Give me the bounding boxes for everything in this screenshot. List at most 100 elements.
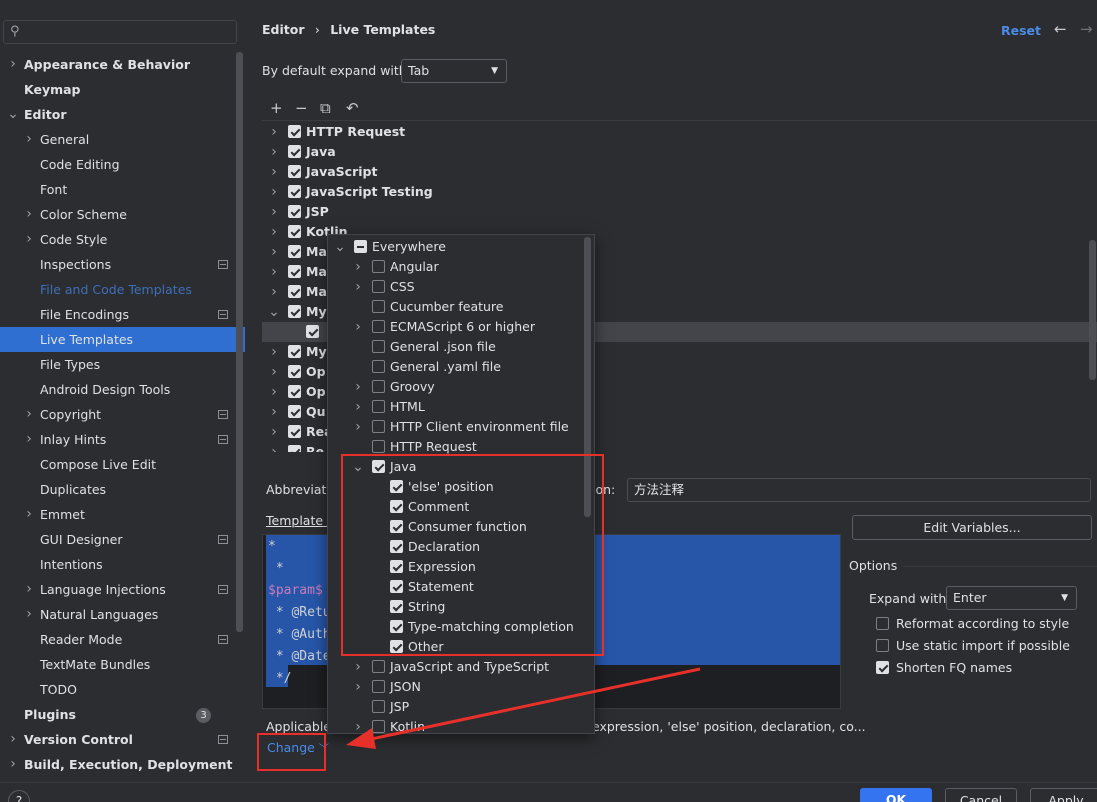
context-item-cucumber-feature[interactable]: Cucumber feature — [328, 297, 594, 317]
chevron-right-icon[interactable]: › — [268, 142, 280, 162]
remove-icon[interactable]: − — [295, 99, 308, 117]
template-group-checkbox[interactable] — [288, 365, 301, 378]
sidebar-item-keymap[interactable]: Keymap — [0, 77, 245, 102]
chevron-right-icon[interactable]: › — [268, 202, 280, 222]
chevron-right-icon[interactable]: › — [23, 402, 35, 427]
sidebar-item-duplicates[interactable]: Duplicates — [0, 477, 245, 502]
ok-button[interactable]: OK — [860, 788, 932, 802]
template-group-checkbox[interactable] — [288, 385, 301, 398]
context-checkbox[interactable] — [354, 240, 367, 253]
sidebar-item-general[interactable]: › General — [0, 127, 245, 152]
sidebar-scrollbar[interactable] — [236, 52, 243, 632]
sidebar-item-natural-languages[interactable]: › Natural Languages — [0, 602, 245, 627]
sidebar-item-todo[interactable]: TODO — [0, 677, 245, 702]
context-item-jsp[interactable]: JSP — [328, 697, 594, 717]
sidebar-item-inlay-hints[interactable]: › Inlay Hints — [0, 427, 245, 452]
sidebar-item-intentions[interactable]: Intentions — [0, 552, 245, 577]
chevron-right-icon[interactable]: › — [352, 377, 364, 397]
copy-icon[interactable]: ⧉ — [320, 99, 331, 117]
context-checkbox[interactable] — [372, 680, 385, 693]
template-group-checkbox[interactable] — [288, 205, 301, 218]
sidebar-item-file-types[interactable]: File Types — [0, 352, 245, 377]
context-checkbox[interactable] — [372, 300, 385, 313]
sidebar-item-font[interactable]: Font — [0, 177, 245, 202]
chevron-right-icon[interactable]: › — [23, 202, 35, 227]
template-group-row[interactable]: › JavaScript — [262, 162, 1097, 182]
sidebar-item-version-control[interactable]: › Version Control — [0, 727, 245, 752]
chevron-right-icon[interactable]: › — [352, 397, 364, 417]
template-group-checkbox[interactable] — [288, 425, 301, 438]
chevron-down-icon[interactable]: ⌄ — [334, 237, 346, 257]
template-group-checkbox[interactable] — [288, 245, 301, 258]
default-expand-select[interactable]: Tab ▼ — [401, 59, 507, 83]
chevron-right-icon[interactable]: › — [268, 162, 280, 182]
arrow-left-icon[interactable]: ← — [1054, 20, 1067, 38]
templates-scrollbar[interactable] — [1089, 240, 1096, 380]
chevron-right-icon[interactable]: › — [23, 227, 35, 252]
settings-search-input[interactable]: ⚲ — [3, 20, 237, 44]
chevron-right-icon[interactable]: › — [268, 262, 280, 282]
sidebar-item-code-editing[interactable]: Code Editing — [0, 152, 245, 177]
context-checkbox[interactable] — [372, 320, 385, 333]
chevron-right-icon[interactable]: › — [352, 277, 364, 297]
context-item-json[interactable]: › JSON — [328, 677, 594, 697]
edit-variables-button[interactable]: Edit Variables... — [852, 515, 1092, 540]
context-checkbox[interactable] — [372, 260, 385, 273]
sidebar-item-textmate-bundles[interactable]: TextMate Bundles — [0, 652, 245, 677]
add-icon[interactable]: + — [270, 99, 283, 117]
template-group-checkbox[interactable] — [288, 185, 301, 198]
chevron-right-icon[interactable]: › — [268, 342, 280, 362]
chevron-right-icon[interactable]: › — [352, 317, 364, 337]
sidebar-item-plugins[interactable]: Plugins 3 — [0, 702, 245, 727]
chevron-right-icon[interactable]: › — [7, 727, 19, 752]
template-group-checkbox[interactable] — [288, 405, 301, 418]
sidebar-item-emmet[interactable]: › Emmet — [0, 502, 245, 527]
sidebar-item-appearance-behavior[interactable]: › Appearance & Behavior — [0, 52, 245, 77]
chevron-right-icon[interactable]: › — [268, 242, 280, 262]
template-group-checkbox[interactable] — [288, 225, 301, 238]
sidebar-item-copyright[interactable]: › Copyright — [0, 402, 245, 427]
context-item-general-json-file[interactable]: General .json file — [328, 337, 594, 357]
context-item-html[interactable]: › HTML — [328, 397, 594, 417]
sidebar-item-file-and-code-templates[interactable]: File and Code Templates — [0, 277, 245, 302]
sidebar-item-build-execution-deployment[interactable]: › Build, Execution, Deployment — [0, 752, 245, 777]
context-item-javascript-and-typescript[interactable]: › JavaScript and TypeScript — [328, 657, 594, 677]
chevron-right-icon[interactable]: › — [352, 677, 364, 697]
sidebar-item-android-design-tools[interactable]: Android Design Tools — [0, 377, 245, 402]
sidebar-item-inspections[interactable]: Inspections — [0, 252, 245, 277]
context-checkbox[interactable] — [372, 440, 385, 453]
sidebar-item-code-style[interactable]: › Code Style — [0, 227, 245, 252]
context-item-everywhere[interactable]: ⌄ Everywhere — [328, 237, 594, 257]
arrow-right-icon[interactable]: → — [1080, 20, 1093, 38]
context-checkbox[interactable] — [372, 340, 385, 353]
template-group-checkbox[interactable] — [288, 165, 301, 178]
chevron-right-icon[interactable]: › — [268, 182, 280, 202]
chevron-right-icon[interactable]: › — [7, 752, 19, 777]
chevron-right-icon[interactable]: › — [352, 657, 364, 677]
context-checkbox[interactable] — [372, 420, 385, 433]
chevron-right-icon[interactable]: › — [23, 577, 35, 602]
chevron-right-icon[interactable]: › — [23, 502, 35, 527]
chevron-right-icon[interactable]: › — [7, 52, 19, 77]
chevron-right-icon[interactable]: › — [268, 222, 280, 242]
chevron-right-icon[interactable]: › — [268, 122, 280, 142]
context-item-angular[interactable]: › Angular — [328, 257, 594, 277]
chevron-down-icon[interactable]: ⌄ — [268, 302, 280, 322]
template-group-checkbox[interactable] — [288, 265, 301, 278]
context-checkbox[interactable] — [372, 280, 385, 293]
static-import-checkbox[interactable] — [876, 639, 889, 652]
context-item-ecmascript-6-or-higher[interactable]: › ECMAScript 6 or higher — [328, 317, 594, 337]
template-group-checkbox[interactable] — [288, 145, 301, 158]
chevron-right-icon[interactable]: › — [23, 602, 35, 627]
reset-link[interactable]: Reset — [1001, 23, 1041, 38]
context-checkbox[interactable] — [372, 720, 385, 733]
template-group-row[interactable]: › Java — [262, 142, 1097, 162]
chevron-right-icon[interactable]: › — [268, 442, 280, 452]
chevron-right-icon[interactable]: › — [352, 417, 364, 437]
context-checkbox[interactable] — [372, 360, 385, 373]
context-item-css[interactable]: › CSS — [328, 277, 594, 297]
template-group-checkbox[interactable] — [306, 325, 319, 338]
sidebar-item-language-injections[interactable]: › Language Injections — [0, 577, 245, 602]
chevron-right-icon[interactable]: › — [268, 422, 280, 442]
chevron-right-icon[interactable]: › — [352, 257, 364, 277]
